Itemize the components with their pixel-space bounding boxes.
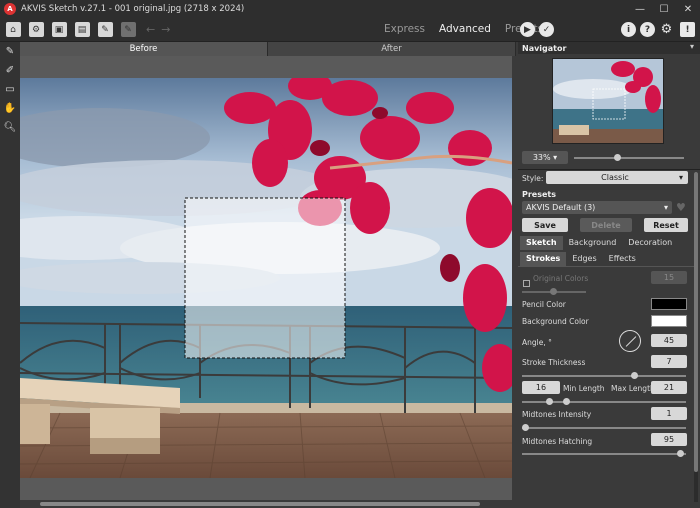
undo-icon[interactable]: ← xyxy=(146,23,155,36)
midtones-intensity-label: Midtones Intensity xyxy=(522,410,592,419)
tab-background[interactable]: Background xyxy=(563,236,623,250)
style-value: Classic xyxy=(601,173,629,182)
canvas-tabs: Before After xyxy=(20,42,516,56)
brush-icon: ✎ xyxy=(97,22,113,37)
title-bar: A AKVIS Sketch v.27.1 - 001 original.jpg… xyxy=(0,0,700,18)
pencil-color-label: Pencil Color xyxy=(522,300,566,309)
run-icon[interactable]: ▶ xyxy=(520,22,535,37)
tab-strokes[interactable]: Strokes xyxy=(520,252,567,266)
panel-scrollbar[interactable] xyxy=(694,172,698,502)
info-icon[interactable]: i xyxy=(621,22,636,37)
stamp-icon: ✎ xyxy=(120,22,136,37)
pencil-color-swatch[interactable] xyxy=(651,298,687,310)
navigator-thumbnail xyxy=(553,59,663,143)
app-logo-icon: A xyxy=(4,3,16,15)
tab-effects[interactable]: Effects xyxy=(603,252,642,266)
batch-icon: ⚙ xyxy=(28,22,44,37)
zoom-value: 33% xyxy=(532,153,551,162)
max-length-value[interactable]: 21 xyxy=(651,381,687,394)
zoom-tool-icon[interactable]: 🔍︎ xyxy=(0,118,20,137)
original-colors-label: Original Colors xyxy=(533,274,589,283)
original-colors-value[interactable]: 15 xyxy=(651,271,687,284)
midtones-intensity-value[interactable]: 1 xyxy=(651,407,687,420)
angle-dial[interactable] xyxy=(619,330,641,352)
settings-panel: Navigator ▾ 33% ▾ Style: Classic ▾ Preset… xyxy=(518,42,700,508)
midtones-hatching-label: Midtones Hatching xyxy=(522,437,593,446)
close-button[interactable]: ✕ xyxy=(676,4,700,15)
photo-image xyxy=(20,78,512,478)
mode-express[interactable]: Express xyxy=(384,23,425,35)
disabled-tool-button[interactable]: ✎ xyxy=(118,21,138,39)
background-color-label: Background Color xyxy=(522,317,589,326)
style-label: Style: xyxy=(522,174,544,183)
tab-sketch[interactable]: Sketch xyxy=(520,236,563,250)
angle-value[interactable]: 45 xyxy=(651,334,687,347)
tab-after[interactable]: After xyxy=(268,42,516,56)
brush-tool-button[interactable]: ✎ xyxy=(95,21,115,39)
help-icon[interactable]: ? xyxy=(640,22,655,37)
eraser-tool-icon[interactable]: ▭ xyxy=(0,80,20,99)
stroke-thickness-value[interactable]: 7 xyxy=(651,355,687,368)
settings-icon[interactable]: ⚙ xyxy=(659,22,674,37)
redo-icon[interactable]: → xyxy=(161,23,170,36)
min-length-value[interactable]: 16 xyxy=(522,381,560,394)
midtones-hatching-slider[interactable] xyxy=(522,450,686,457)
preset-value: AKVIS Default (3) xyxy=(526,203,596,212)
midtones-hatching-value[interactable]: 95 xyxy=(651,433,687,446)
canvas-area xyxy=(20,56,516,500)
maximize-button[interactable]: ☐ xyxy=(652,4,676,15)
background-color-swatch[interactable] xyxy=(651,315,687,327)
minimize-button[interactable]: — xyxy=(628,4,652,15)
favorite-heart-icon[interactable]: ♥ xyxy=(676,201,686,214)
hand-tool-icon[interactable]: ✋ xyxy=(0,99,20,118)
navigator-title: Navigator xyxy=(522,44,567,53)
original-colors-slider[interactable] xyxy=(522,288,586,295)
tab-before[interactable]: Before xyxy=(20,42,268,56)
apply-icon[interactable]: ✓ xyxy=(539,22,554,37)
length-range-slider[interactable] xyxy=(522,398,686,405)
image-canvas[interactable] xyxy=(20,78,512,478)
save-image-button[interactable]: ▣ xyxy=(49,21,69,39)
open-image-button[interactable]: ⌂ xyxy=(3,21,23,39)
original-colors-checkbox[interactable] xyxy=(523,280,530,287)
stroke-thickness-label: Stroke Thickness xyxy=(522,358,586,367)
zoom-select[interactable]: 33% ▾ xyxy=(522,151,568,164)
print-button[interactable]: ▤ xyxy=(72,21,92,39)
print-icon: ▤ xyxy=(74,22,90,37)
presets-title: Presets xyxy=(522,190,557,199)
direction-tool-icon[interactable]: ✎ xyxy=(0,42,20,61)
mode-advanced[interactable]: Advanced xyxy=(439,23,491,35)
preset-select[interactable]: AKVIS Default (3) ▾ xyxy=(522,201,672,214)
save-preset-button[interactable]: Save xyxy=(522,218,568,232)
angle-label: Angle, ° xyxy=(522,338,552,347)
collapse-icon[interactable]: ▾ xyxy=(690,42,694,51)
notification-icon[interactable]: ! xyxy=(680,22,695,37)
toolbar: ⌂ ⚙ ▣ ▤ ✎ ✎ ← → Express Advanced Presets… xyxy=(0,18,700,42)
open-icon: ⌂ xyxy=(5,22,21,37)
midtones-intensity-slider[interactable] xyxy=(522,424,686,431)
save-icon: ▣ xyxy=(51,22,67,37)
max-length-label: Max Length xyxy=(611,384,655,393)
horizontal-scrollbar[interactable] xyxy=(20,500,516,508)
style-select[interactable]: Classic ▾ xyxy=(546,171,688,184)
pencil-tool-icon[interactable]: ✐ xyxy=(0,61,20,80)
reset-preset-button[interactable]: Reset xyxy=(644,218,688,232)
min-length-label: Min Length xyxy=(563,384,605,393)
zoom-slider[interactable] xyxy=(574,154,684,161)
stroke-thickness-slider[interactable] xyxy=(522,372,686,379)
tab-edges[interactable]: Edges xyxy=(566,252,602,266)
batch-button[interactable]: ⚙ xyxy=(26,21,46,39)
tab-decoration[interactable]: Decoration xyxy=(622,236,678,250)
navigator-preview[interactable] xyxy=(552,58,664,144)
window-title: AKVIS Sketch v.27.1 - 001 original.jpg (… xyxy=(21,4,245,14)
delete-preset-button[interactable]: Delete xyxy=(580,218,632,232)
tools-panel: ✎ ✐ ▭ ✋ 🔍︎ xyxy=(0,42,20,508)
